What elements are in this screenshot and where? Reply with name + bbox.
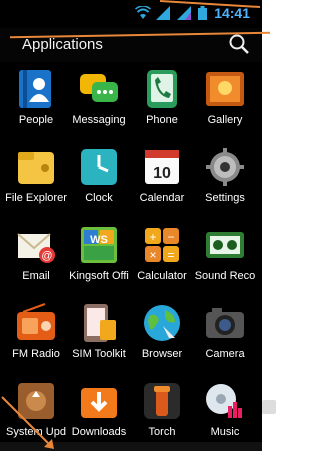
app-downloads[interactable]: Downloads bbox=[66, 374, 132, 450]
annotation-arrow-bottom bbox=[1, 396, 54, 449]
messaging-icon bbox=[80, 74, 118, 102]
page-title: Applications bbox=[22, 36, 103, 53]
app-sim-toolkit[interactable]: SIM Toolkit bbox=[66, 296, 132, 372]
email-icon: @ bbox=[17, 233, 55, 263]
app-label: Music bbox=[210, 426, 240, 438]
app-people[interactable]: People bbox=[3, 62, 69, 138]
app-gallery[interactable]: Gallery bbox=[192, 62, 258, 138]
app-fm-radio[interactable]: FM Radio bbox=[3, 296, 69, 372]
svg-text:@: @ bbox=[41, 250, 52, 262]
app-label: Settings bbox=[205, 192, 245, 204]
torch-icon bbox=[144, 383, 180, 419]
calculator-icon: + − × = bbox=[145, 228, 179, 262]
recorder-icon bbox=[206, 232, 244, 258]
app-browser[interactable]: Browser bbox=[129, 296, 195, 372]
app-file-explorer[interactable]: File Explorer bbox=[3, 140, 69, 216]
radio-icon bbox=[17, 303, 55, 340]
search-icon[interactable] bbox=[228, 33, 250, 55]
app-calculator[interactable]: + − × = Calculator bbox=[129, 218, 195, 294]
people-icon bbox=[19, 70, 51, 108]
app-calendar[interactable]: 10 Calendar bbox=[129, 140, 195, 216]
app-email[interactable]: @ Email bbox=[3, 218, 69, 294]
globe-icon bbox=[144, 305, 180, 341]
app-messaging[interactable]: Messaging bbox=[66, 62, 132, 138]
app-settings[interactable]: Settings bbox=[192, 140, 258, 216]
sim-card-icon bbox=[84, 304, 116, 342]
folder-icon bbox=[18, 152, 54, 184]
gallery-icon bbox=[206, 72, 244, 106]
phone-screen: 14:41 Applications People Messaging Phon… bbox=[0, 0, 262, 451]
app-torch[interactable]: Torch bbox=[129, 374, 195, 450]
scroll-handle[interactable] bbox=[262, 400, 276, 414]
app-camera[interactable]: Camera bbox=[192, 296, 258, 372]
wifi-icon bbox=[135, 6, 152, 19]
annotation-line-status bbox=[160, 0, 260, 8]
calendar-day: 10 bbox=[153, 165, 171, 182]
gear-icon bbox=[206, 148, 244, 186]
calendar-icon: 10 bbox=[145, 150, 179, 184]
app-label: Sound Reco bbox=[194, 270, 256, 282]
svg-text:=: = bbox=[167, 248, 174, 262]
download-icon bbox=[81, 388, 117, 418]
clock-icon bbox=[81, 149, 117, 185]
app-label: Camera bbox=[205, 348, 245, 360]
app-kingsoft-office[interactable]: WS Kingsoft Offi bbox=[66, 218, 132, 294]
camera-icon bbox=[206, 308, 244, 338]
app-clock[interactable]: Clock bbox=[66, 140, 132, 216]
svg-text:WS: WS bbox=[90, 234, 108, 246]
app-phone[interactable]: Phone bbox=[129, 62, 195, 138]
app-label: Gallery bbox=[207, 114, 243, 126]
music-icon bbox=[206, 384, 242, 418]
svg-text:−: − bbox=[167, 230, 174, 244]
phone-icon bbox=[147, 70, 177, 108]
svg-text:×: × bbox=[149, 248, 156, 262]
app-sound-recorder[interactable]: Sound Reco bbox=[192, 218, 258, 294]
office-icon: WS bbox=[81, 227, 117, 263]
svg-text:+: + bbox=[149, 230, 156, 244]
app-music[interactable]: Music bbox=[192, 374, 258, 450]
